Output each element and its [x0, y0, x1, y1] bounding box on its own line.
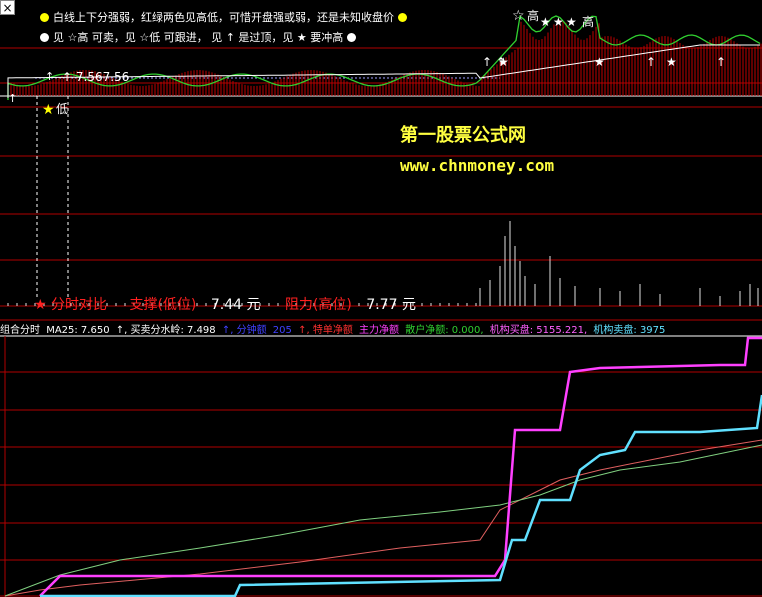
star-icon: ★: [34, 297, 47, 313]
star-icon: ★: [498, 55, 509, 69]
indicator-stats-bar: 组合分时 MA25: 7.650 ↑, 买卖分水岭: 7.498 ↑, 分钟额 …: [0, 321, 762, 335]
stat-watershed: ↑, 买卖分水岭: 7.498: [115, 325, 216, 335]
stat-minute-val: 205: [272, 325, 292, 335]
star-icon: ★: [594, 55, 605, 69]
stat-special: ↑, 特单净额: [298, 325, 353, 335]
price-label: ↑ 7.567.56: [62, 70, 130, 84]
stat-retail-net: 散户净额: 0.000,: [405, 325, 484, 335]
legend-line-1: 白线上下分强弱，红绿两色见高低，可惜开盘强或弱，还是未知收盘价: [36, 9, 411, 25]
arrow-up-icon: ↑: [482, 55, 492, 69]
main-net-line: [39, 336, 762, 597]
legend-line-2: 见 ☆高 可卖，见 ☆低 可跟进， 见 ↑ 是过顶，见 ★ 要冲高: [36, 29, 360, 45]
legend-line-1-text: 白线上下分强弱，红绿两色见高低，可惜开盘强或弱，还是未知收盘价: [53, 11, 394, 24]
stat-combo: 组合分时: [0, 325, 40, 335]
white-dot-icon: [40, 33, 49, 42]
star-outline-icon: ☆: [512, 8, 525, 24]
stat-ma25: MA25: 7.650: [46, 325, 110, 335]
yellow-dot-icon: [398, 13, 407, 22]
arrow-up-icon: ↑: [646, 55, 656, 69]
watermark-title: 第一股票公式网: [400, 125, 526, 146]
arrow-up-icon: ↑: [45, 70, 54, 83]
star-icon: ★: [566, 15, 577, 29]
high-label: 高: [582, 14, 594, 29]
net-line-green: [4, 444, 762, 597]
low-label: 低: [56, 102, 68, 116]
close-icon[interactable]: ×: [0, 0, 15, 15]
arrow-up-icon: ↑: [716, 55, 726, 69]
white-dot-icon: [347, 33, 357, 42]
support-label: 支撑(低位): [129, 297, 197, 313]
support-resist-row: ★ 分时对比 支撑(低位) 7.44 元 阻力(高位) 7.77 元: [34, 294, 416, 314]
yellow-dot-icon: [40, 13, 49, 22]
stat-minute-amt: ↑, 分钟额: [221, 325, 267, 335]
watermark-url: www.chnmoney.com: [400, 156, 555, 175]
compare-label: 分时对比: [51, 297, 108, 313]
stat-inst-buy: 机构买盘: 5155.221,: [489, 325, 588, 335]
high-label: 高: [527, 8, 539, 23]
resist-label: 阻力(高位): [284, 297, 352, 313]
arrow-up-icon: ↑: [8, 92, 17, 105]
legend-line-2-text: 见 ☆高 可卖，见 ☆低 可跟进， 见 ↑ 是过顶，见 ★ 要冲高: [53, 31, 344, 44]
star-icon: ★: [666, 55, 677, 69]
stat-main-net: 主力净额: [359, 325, 400, 335]
star-icon: ★: [42, 102, 55, 118]
support-value: 7.44 元: [210, 297, 261, 313]
resist-value: 7.77 元: [366, 297, 416, 313]
star-icon: ★: [553, 15, 564, 29]
inst-net-line: [40, 394, 762, 597]
stat-inst-sell: 机构卖盘: 3975: [593, 325, 666, 335]
star-icon: ★: [540, 15, 551, 29]
